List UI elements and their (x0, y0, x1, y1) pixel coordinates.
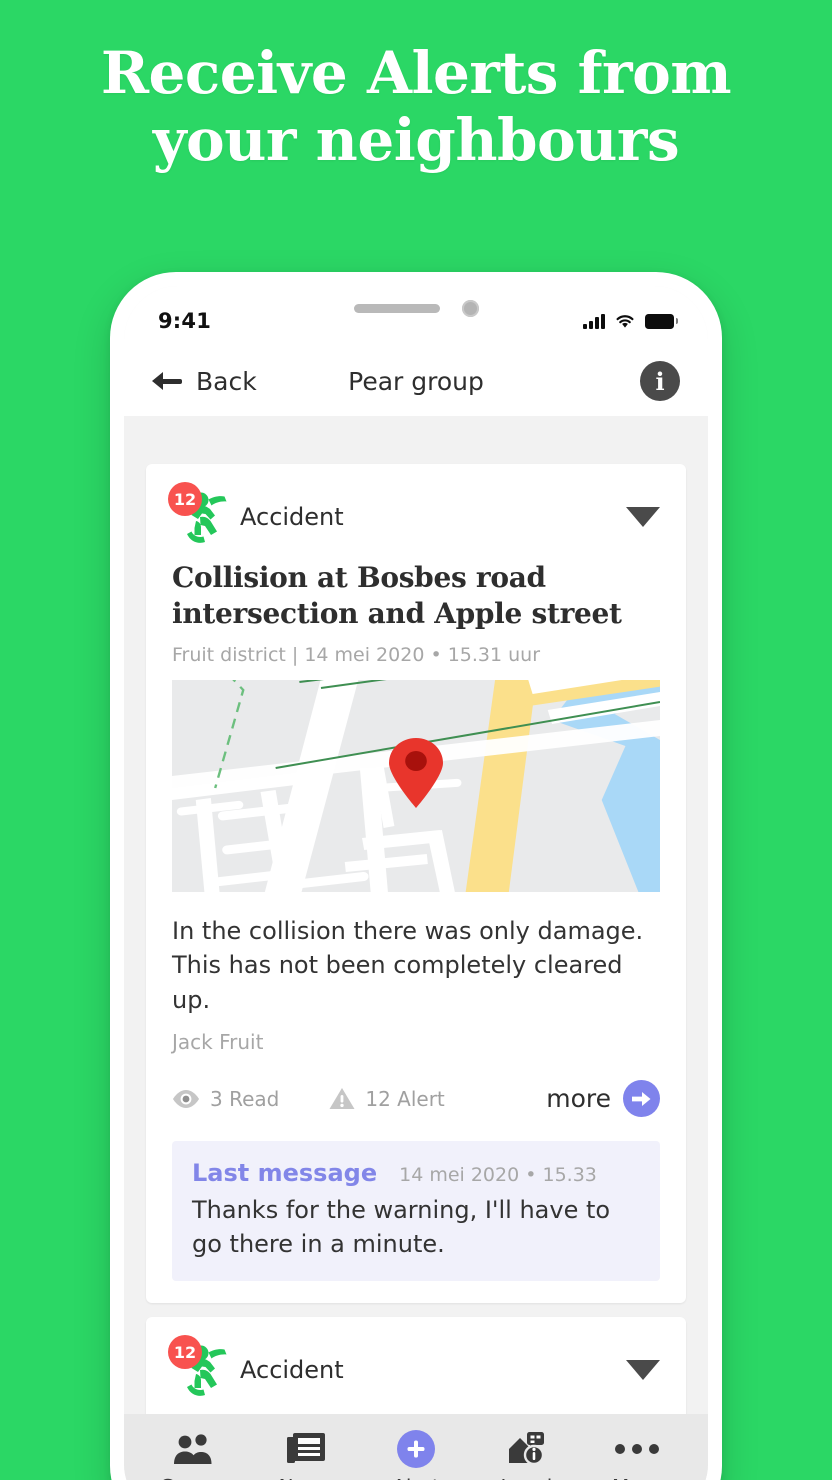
alert-card-header: 12 Accident (168, 1335, 660, 1399)
battery-full-icon (645, 313, 678, 329)
phone-screen: 9:41 Back Pear group i 12 Accident Colli… (124, 286, 708, 1480)
promo-headline: Receive Alerts from your neighbours (0, 40, 832, 173)
feed-scroll-area[interactable]: 12 Accident Collision at Bosbes road int… (124, 416, 708, 1480)
back-button-label: Back (196, 366, 257, 396)
chevron-down-icon[interactable] (626, 1360, 660, 1381)
category-label: Accident (240, 503, 344, 531)
last-message-title: Last message (192, 1159, 378, 1188)
signal-bars-icon (583, 313, 605, 329)
read-count-label: 3 Read (210, 1086, 280, 1111)
front-camera-icon (461, 299, 479, 317)
bottom-tab-bar: Groups News (124, 1414, 708, 1480)
last-message-text: Thanks for the warning, I'll have to go … (192, 1196, 611, 1259)
status-icon-group (583, 313, 678, 329)
tab-more-label: More (612, 1475, 662, 1480)
tab-groups[interactable]: Groups (140, 1430, 250, 1480)
status-badge: 12 (168, 1335, 202, 1370)
status-badge: 12 (168, 482, 202, 516)
headline-line-1: Receive Alerts from (100, 39, 732, 107)
alert-map[interactable] (172, 679, 660, 892)
eye-icon (173, 1089, 199, 1108)
warning-triangle-icon (329, 1088, 355, 1110)
alert-plus-icon (397, 1429, 436, 1468)
alert-card[interactable]: 12 Accident Collision at Bosbes road int… (146, 464, 686, 1304)
more-button[interactable]: more (546, 1080, 660, 1118)
tab-news[interactable]: News (250, 1430, 360, 1480)
news-paper-icon (286, 1430, 325, 1468)
tab-alert-label: Alert (392, 1475, 440, 1480)
read-count-stat[interactable]: 3 Read (172, 1087, 279, 1111)
info-icon[interactable]: i (640, 361, 680, 401)
chevron-down-icon[interactable] (626, 507, 660, 527)
last-message-time: 14 mei 2020 • 15.33 (399, 1164, 597, 1187)
arrow-right-circle-icon (623, 1080, 660, 1118)
nav-header: Back Pear group i (124, 346, 708, 416)
arrow-left-icon (152, 370, 182, 392)
more-dots-icon (614, 1430, 659, 1468)
alert-stats-row: 3 Read 12 Alert more (172, 1080, 660, 1118)
alert-card-header: 12 Accident (168, 482, 660, 546)
status-time: 9:41 (158, 309, 212, 333)
speaker-grille-icon (353, 303, 440, 313)
phone-mockup: 9:41 Back Pear group i 12 Accident Colli… (110, 272, 722, 1480)
arrow-right-icon (632, 1091, 651, 1106)
category-icon-wrap: 12 (168, 1335, 234, 1399)
map-canvas (172, 679, 660, 892)
wifi-icon (616, 315, 634, 328)
alert-title: Collision at Bosbes road intersection an… (172, 561, 622, 630)
tab-more[interactable]: More (582, 1430, 692, 1480)
alert-count-label: 12 Alert (365, 1086, 445, 1111)
category-icon-wrap: 12 (168, 482, 234, 546)
tab-groups-label: Groups (160, 1475, 231, 1480)
phone-notch (297, 286, 535, 330)
alert-author: Jack Fruit (172, 1030, 264, 1055)
category-label: Accident (240, 1356, 344, 1385)
local-house-info-icon (507, 1430, 545, 1468)
tab-local-label: Local (501, 1475, 553, 1480)
last-message-header: Last message 14 mei 2020 • 15.33 (192, 1159, 640, 1187)
tab-news-label: News (279, 1475, 333, 1480)
info-glyph: i (655, 366, 665, 396)
alert-meta: Fruit district | 14 mei 2020 • 15.31 uur (172, 643, 541, 666)
more-button-label: more (546, 1084, 611, 1114)
last-message-box[interactable]: Last message 14 mei 2020 • 15.33 Thanks … (172, 1141, 660, 1282)
alert-body: In the collision there was only damage. … (172, 916, 644, 1015)
back-button[interactable]: Back (152, 367, 257, 396)
tab-alert[interactable]: Alert (361, 1429, 471, 1480)
headline-line-2: your neighbours (152, 105, 680, 174)
tab-local[interactable]: Local (471, 1430, 581, 1480)
alert-count-stat[interactable]: 12 Alert (329, 1086, 445, 1111)
groups-people-icon (174, 1430, 216, 1468)
